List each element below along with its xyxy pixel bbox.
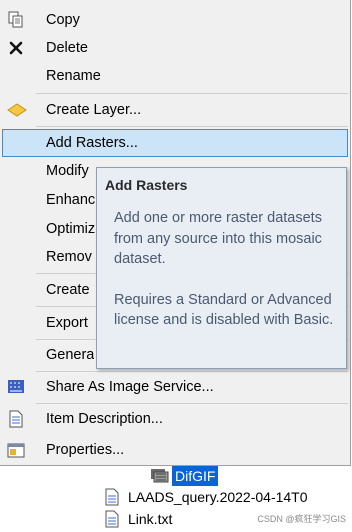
add-rasters-tooltip: Add Rasters Add one or more raster datas…: [96, 167, 347, 369]
menu-item-label: Genera: [46, 347, 95, 363]
menu-item-copy[interactable]: Copy: [2, 6, 348, 34]
image-service-icon: [7, 378, 25, 396]
watermark: CSDN @疯狂学习GIS: [257, 514, 346, 524]
tooltip-title: Add Rasters: [105, 177, 188, 193]
menu-item-label: Optimiz: [46, 221, 96, 237]
menu-item-create-layer[interactable]: Create Layer...: [2, 96, 348, 124]
menu-item-label: Item Description...: [46, 411, 163, 427]
tree-item-label: LAADS_query.2022-04-14T0: [128, 489, 308, 505]
menu-item-add-rasters[interactable]: Add Rasters...: [2, 129, 348, 157]
menu-item-label: Delete: [46, 40, 88, 56]
menu-item-label: Export: [46, 315, 88, 331]
menu-item-label: Rename: [46, 68, 101, 84]
tooltip-paragraph: Requires a Standard or Advanced license …: [114, 291, 334, 329]
menu-item-label: Modify: [46, 163, 89, 179]
tree-item-label: Link.txt: [128, 511, 173, 527]
menu-separator: [36, 93, 348, 94]
menu-separator: [36, 371, 348, 372]
menu-item-label: Add Rasters...: [46, 135, 138, 151]
menu-item-label: Share As Image Service...: [46, 379, 214, 395]
menu-item-label: Copy: [46, 12, 80, 28]
properties-icon: [7, 441, 25, 459]
menu-item-label: Create Layer...: [46, 102, 142, 118]
menu-separator: [36, 126, 348, 127]
file-icon: [104, 510, 120, 531]
menu-item-label: Remov: [46, 249, 92, 265]
menu-item-label: Properties...: [46, 442, 125, 458]
menu-item-item-description[interactable]: Item Description...: [2, 405, 348, 433]
file-icon: [104, 488, 120, 509]
document-icon: [7, 410, 25, 428]
menu-item-label: Enhanc: [46, 192, 96, 208]
menu-item-share-image-service[interactable]: Share As Image Service...: [2, 373, 348, 401]
menu-separator: [36, 403, 348, 404]
copy-icon: [7, 11, 25, 29]
delete-x-icon: [7, 39, 25, 57]
layer-diamond-icon: [7, 101, 27, 119]
mosaic-dataset-icon: [150, 468, 170, 487]
menu-item-delete[interactable]: Delete: [2, 34, 348, 62]
menu-item-properties[interactable]: Properties...: [2, 436, 348, 464]
tooltip-paragraph: Add one or more raster datasets from any…: [114, 210, 322, 267]
tooltip-body: Add one or more raster datasets from any…: [114, 208, 342, 351]
menu-item-rename[interactable]: Rename: [2, 62, 348, 90]
menu-item-label: Create: [46, 282, 90, 298]
tree-item-label: DifGIF: [172, 466, 219, 486]
